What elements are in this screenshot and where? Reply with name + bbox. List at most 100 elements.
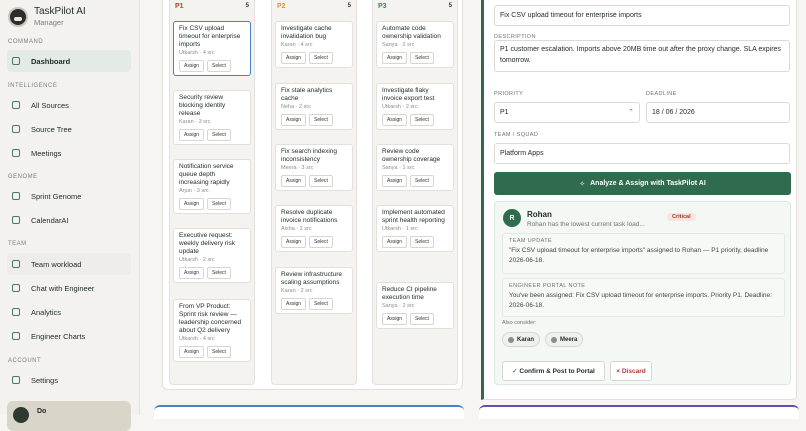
column-p1: P1 5 Fix CSV upload timeout for enterpri…: [169, 0, 255, 385]
deadline-label: DEADLINE: [646, 91, 677, 97]
also-consider-label: Also consider:: [502, 320, 537, 326]
task-meta: Sanya · 2 src: [382, 303, 415, 309]
task-card[interactable]: Executive request: weekly delivery risk …: [173, 228, 251, 283]
task-title: Fix search indexing inconsistency: [281, 148, 337, 163]
priority-select[interactable]: P1 ⌃: [494, 102, 640, 123]
alternative-chip[interactable]: Meera: [545, 332, 584, 347]
select-button[interactable]: Select: [309, 236, 333, 248]
sidebar-item-sprint-genome[interactable]: Sprint Genome: [7, 185, 131, 207]
recommendation-card: R Rohan Rohan has the lowest current tas…: [494, 201, 791, 385]
sidebar-item-dashboard[interactable]: Dashboard: [7, 50, 131, 72]
task-card[interactable]: Fix CSV upload timeout for enterprise im…: [173, 21, 251, 76]
task-card[interactable]: Investigate cache invalidation bug Karan…: [275, 21, 353, 68]
sidebar-item-meetings[interactable]: Meetings: [7, 142, 131, 164]
sidebar-item-label: All Sources: [31, 100, 69, 110]
task-card[interactable]: Investigate flaky invoice export test Ut…: [376, 83, 454, 130]
monitor-icon: [12, 101, 20, 109]
section-genome: GENOME: [8, 174, 38, 180]
sidebar-item-source-tree[interactable]: Source Tree: [7, 118, 131, 140]
task-title: Executive request: weekly delivery risk …: [179, 232, 235, 255]
assign-button[interactable]: Assign: [179, 129, 205, 141]
sidebar-item-settings[interactable]: Settings: [7, 369, 131, 391]
select-button[interactable]: Select: [410, 175, 434, 187]
task-card[interactable]: Fix search indexing inconsistency Meera …: [275, 144, 353, 191]
user-name: Do: [37, 408, 47, 415]
task-card[interactable]: Notification service queue depth increas…: [173, 159, 251, 214]
task-title: From VP Product: Sprint risk review — le…: [179, 303, 242, 334]
description-field[interactable]: P1 customer escalation. Imports above 20…: [494, 40, 790, 72]
confirm-post-button[interactable]: ✓ Confirm & Post to Portal: [502, 361, 605, 381]
sidebar-item-chat-with-engineer[interactable]: Chat with Engineer: [7, 277, 131, 299]
assign-button[interactable]: Assign: [281, 175, 307, 187]
select-button[interactable]: Select: [207, 198, 231, 210]
assign-button[interactable]: Assign: [281, 52, 307, 64]
assign-button[interactable]: Assign: [382, 52, 408, 64]
task-card[interactable]: Automate code ownership validation Sanya…: [376, 21, 454, 68]
deadline-field[interactable]: 18 / 06 / 2026: [646, 102, 790, 123]
chart-icon: [12, 332, 20, 340]
select-button[interactable]: Select: [309, 52, 333, 64]
select-button[interactable]: Select: [309, 298, 333, 310]
task-title: Security review blocking identity releas…: [179, 94, 226, 117]
assign-button[interactable]: Assign: [179, 346, 205, 358]
column-p3: P3 5 Automate code ownership validation …: [372, 0, 458, 385]
task-card[interactable]: Fix stale analytics cache Neha · 2 src A…: [275, 83, 353, 130]
discard-button[interactable]: × Discard: [610, 361, 652, 381]
assign-button[interactable]: Assign: [179, 267, 205, 279]
task-title: Notification service queue depth increas…: [179, 163, 234, 186]
sidebar-item-all-sources[interactable]: All Sources: [7, 94, 131, 116]
assign-button[interactable]: Assign: [281, 236, 307, 248]
analyze-assign-button[interactable]: ✧ Analyze & Assign with TaskPilot AI: [494, 172, 791, 195]
task-card[interactable]: Security review blocking identity releas…: [173, 90, 251, 145]
sidebar-item-team-workload[interactable]: Team workload: [7, 253, 131, 275]
assign-button[interactable]: Assign: [382, 313, 408, 325]
sidebar-item-calendarai[interactable]: CalendarAI: [7, 209, 131, 231]
task-title: Automate code ownership validation: [382, 25, 441, 40]
task-card[interactable]: Reduce CI pipeline execution time Sanya …: [376, 282, 454, 329]
select-button[interactable]: Select: [207, 129, 231, 141]
task-title-field[interactable]: Fix CSV upload timeout for enterprise im…: [494, 5, 790, 26]
sidebar-item-analytics[interactable]: Analytics: [7, 301, 131, 323]
sidebar-item-engineer-charts[interactable]: Engineer Charts: [7, 325, 131, 347]
chip-label: Meera: [560, 336, 578, 343]
avatar: R: [503, 209, 521, 227]
select-button[interactable]: Select: [410, 52, 434, 64]
task-card[interactable]: From VP Product: Sprint risk review — le…: [173, 299, 251, 362]
alternative-chip[interactable]: Karan: [502, 332, 541, 347]
assign-button[interactable]: Assign: [382, 114, 408, 126]
team-field[interactable]: Platform Apps: [494, 143, 790, 164]
sidebar-item-label: Team workload: [31, 259, 82, 269]
task-card[interactable]: Resolve duplicate invoice notifications …: [275, 205, 353, 252]
task-title: Investigate flaky invoice export test: [382, 87, 435, 102]
select-button[interactable]: Select: [410, 313, 434, 325]
select-button[interactable]: Select: [207, 346, 231, 358]
user-card[interactable]: Do: [7, 401, 131, 431]
team-icon: [12, 260, 20, 268]
task-title: Review code ownership coverage: [382, 148, 441, 163]
assign-button[interactable]: Assign: [281, 298, 307, 310]
task-card[interactable]: Review code ownership coverage Sanya · 1…: [376, 144, 454, 191]
assign-button[interactable]: Assign: [179, 60, 205, 72]
sidebar-item-label: Chat with Engineer: [31, 283, 95, 293]
task-meta: Neha · 2 src: [281, 104, 311, 110]
task-card[interactable]: Review infrastructure scaling assumption…: [275, 267, 353, 314]
assign-button[interactable]: Assign: [382, 175, 408, 187]
select-button[interactable]: Select: [309, 175, 333, 187]
assign-button[interactable]: Assign: [382, 236, 408, 248]
assign-button[interactable]: Assign: [281, 114, 307, 126]
select-button[interactable]: Select: [410, 114, 434, 126]
section-team: TEAM: [8, 241, 27, 247]
priority-board: P1 5 Fix CSV upload timeout for enterpri…: [162, 0, 463, 390]
task-meta: Aisha · 2 src: [281, 226, 312, 232]
task-title: Reduce CI pipeline execution time: [382, 286, 437, 301]
select-button[interactable]: Select: [207, 267, 231, 279]
team-update-box: TEAM UPDATE "Fix CSV upload timeout for …: [502, 233, 785, 274]
select-button[interactable]: Select: [410, 236, 434, 248]
section-account: ACCOUNT: [8, 358, 42, 364]
select-button[interactable]: Select: [207, 60, 231, 72]
assign-button[interactable]: Assign: [179, 198, 205, 210]
select-button[interactable]: Select: [309, 114, 333, 126]
section-intelligence: INTELLIGENCE: [8, 83, 58, 89]
sparkle-icon: ✧: [579, 180, 586, 188]
task-card[interactable]: Implement automated sprint health report…: [376, 205, 454, 252]
